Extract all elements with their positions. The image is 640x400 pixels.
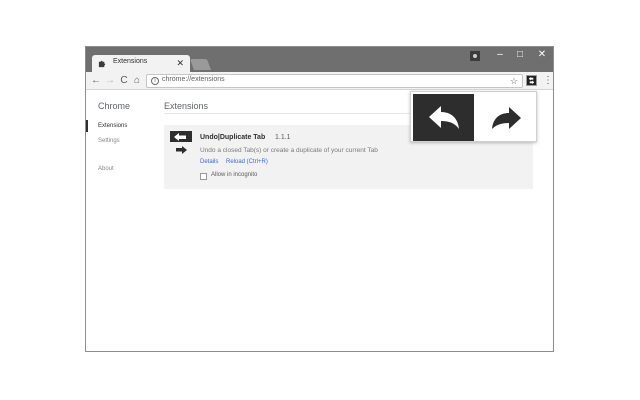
sidebar-item-about[interactable]: About — [98, 166, 114, 172]
sidebar-item-extensions[interactable]: Extensions — [98, 123, 127, 129]
redo-arrow-icon — [492, 107, 521, 129]
menu-icon[interactable]: ⋮ — [543, 74, 553, 88]
sidebar-item-settings[interactable]: Settings — [98, 138, 120, 144]
tab-close-icon[interactable]: ✕ — [176, 57, 184, 69]
undo-tab-button[interactable] — [413, 94, 474, 141]
extension-version: 1.1.1 — [275, 134, 291, 141]
active-item-marker — [86, 120, 88, 132]
new-tab-button[interactable] — [189, 59, 212, 70]
page-title: Extensions — [164, 101, 209, 111]
toolbar: ← → C ⌂ i chrome://extensions ☆ ⋮ — [86, 72, 553, 90]
reload-button[interactable]: C — [118, 74, 130, 88]
details-link[interactable]: Details — [200, 159, 218, 165]
allow-incognito-checkbox[interactable] — [200, 173, 207, 180]
puzzle-icon — [98, 60, 106, 68]
url-text: chrome://extensions — [162, 76, 225, 83]
extension-description: Undo a closed Tab(s) or create a duplica… — [200, 147, 378, 154]
extension-toolbar-icon[interactable] — [526, 75, 537, 86]
undo-arrow-icon — [429, 106, 459, 129]
reload-link[interactable]: Reload (Ctrl+R) — [226, 159, 268, 165]
undo-duplicate-icon — [170, 131, 192, 154]
address-bar[interactable]: i chrome://extensions ☆ — [146, 74, 523, 88]
profile-icon[interactable] — [470, 51, 480, 61]
browser-window: Extensions ✕ – □ ✕ ← → C ⌂ i chrome://ex… — [85, 46, 554, 352]
minimize-button[interactable]: – — [490, 48, 510, 62]
extension-popup — [410, 91, 537, 142]
title-bar: Extensions ✕ – □ ✕ — [86, 47, 553, 72]
extension-name: Undo|Duplicate Tab — [200, 134, 266, 141]
tab-extensions[interactable]: Extensions ✕ — [92, 55, 190, 72]
info-icon[interactable]: i — [151, 77, 159, 85]
back-button[interactable]: ← — [90, 74, 102, 88]
duplicate-tab-button[interactable] — [475, 94, 536, 141]
allow-incognito-label: Allow in incognito — [211, 172, 258, 178]
bookmark-star-icon[interactable]: ☆ — [510, 75, 518, 87]
maximize-button[interactable]: □ — [510, 48, 530, 62]
tab-title: Extensions — [113, 58, 148, 65]
sidebar-title: Chrome — [98, 101, 131, 111]
close-window-button[interactable]: ✕ — [532, 48, 552, 62]
forward-button[interactable]: → — [104, 74, 116, 88]
home-button[interactable]: ⌂ — [131, 74, 143, 88]
